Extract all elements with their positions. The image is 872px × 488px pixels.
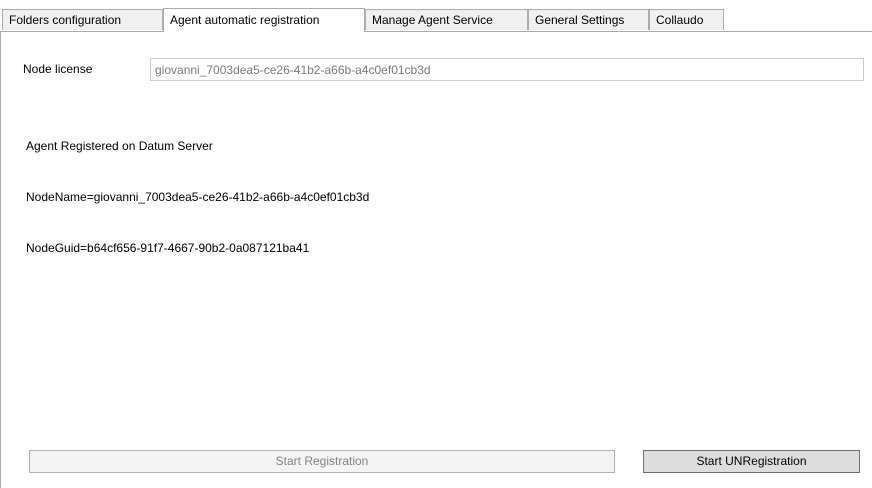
tab-strip: Folders configuration Agent automatic re… <box>0 8 872 32</box>
registration-status: Agent Registered on Datum Server NodeNam… <box>26 104 369 291</box>
status-line-node-guid: NodeGuid=b64cf656-91f7-4667-90b2-0a08712… <box>26 241 310 255</box>
node-license-label: Node license <box>23 62 93 76</box>
tab-label: Collaudo <box>656 13 704 27</box>
tab-label: Manage Agent Service <box>372 13 493 27</box>
start-registration-button[interactable]: Start Registration <box>29 450 615 473</box>
tab-agent-automatic-registration[interactable]: Agent automatic registration <box>163 8 365 32</box>
app-window: Folders configuration Agent automatic re… <box>0 0 872 488</box>
status-line-registered: Agent Registered on Datum Server <box>26 139 213 153</box>
tab-general-settings[interactable]: General Settings <box>528 9 649 30</box>
tab-label: Folders configuration <box>9 13 122 27</box>
status-line-node-name: NodeName=giovanni_7003dea5-ce26-41b2-a66… <box>26 190 370 204</box>
tab-manage-agent-service[interactable]: Manage Agent Service <box>365 9 528 30</box>
tab-folders-configuration[interactable]: Folders configuration <box>2 9 163 30</box>
tab-label: General Settings <box>535 13 625 27</box>
tab-label: Agent automatic registration <box>170 13 320 27</box>
tab-collaudo[interactable]: Collaudo <box>649 9 724 30</box>
node-license-field[interactable] <box>150 58 864 81</box>
start-unregistration-button[interactable]: Start UNRegistration <box>643 450 860 473</box>
